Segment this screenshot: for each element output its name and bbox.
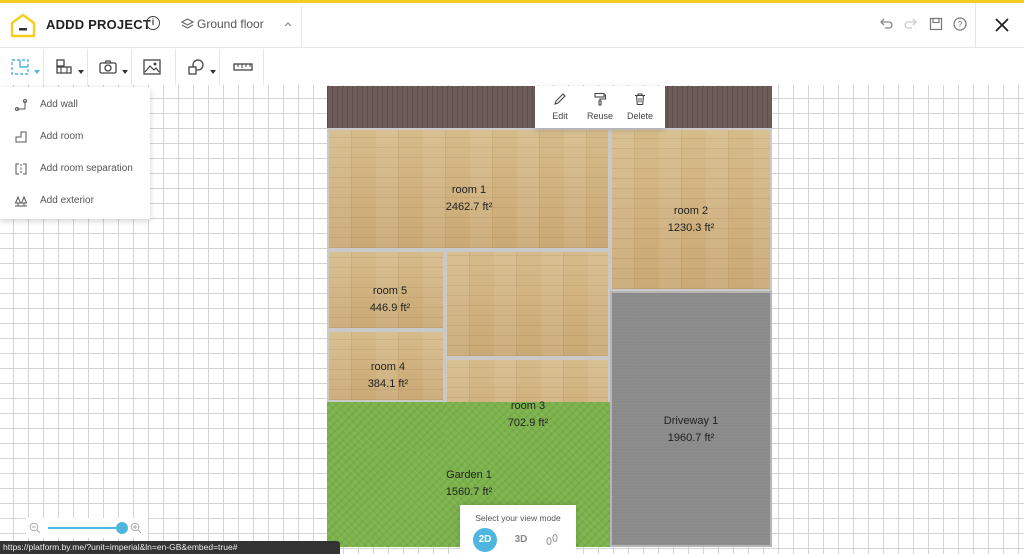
wall-icon — [15, 99, 27, 111]
edit-button[interactable]: Edit — [540, 86, 580, 128]
info-icon[interactable]: i — [146, 16, 160, 30]
furniture-tool[interactable] — [44, 49, 88, 85]
room-1-label: room 1 2462.7 ft² — [399, 182, 539, 216]
image-icon — [143, 59, 161, 75]
menu-item-label: Add room — [40, 131, 84, 142]
toolbar — [0, 49, 270, 85]
menu-item-label: Add exterior — [40, 195, 94, 206]
shapes-tool[interactable] — [176, 49, 220, 85]
view-2d-button[interactable]: 2D — [473, 528, 497, 552]
floor-label: Ground floor — [197, 17, 264, 31]
zoom-control — [26, 518, 148, 538]
measure-tool[interactable] — [220, 49, 264, 85]
room-name: room 1 — [451, 184, 487, 196]
close-icon[interactable] — [994, 17, 1010, 33]
room-name: Garden 1 — [446, 469, 492, 481]
reuse-button[interactable]: Reuse — [580, 86, 620, 128]
driveway-1-label: Driveway 1 1960.7 ft² — [621, 413, 761, 447]
pencil-icon — [554, 93, 566, 105]
layers-icon — [181, 18, 194, 29]
furniture-icon — [56, 59, 72, 74]
caret-down-icon — [78, 70, 84, 74]
caret-down-icon — [34, 70, 40, 74]
menu-item-add-room-separation[interactable]: Add room separation — [0, 153, 150, 185]
garden-1-part[interactable] — [327, 402, 445, 450]
camera-tool[interactable] — [88, 49, 132, 85]
menu-item-add-room[interactable]: Add room — [0, 121, 150, 153]
view-mode-title: Select your view mode — [475, 513, 561, 523]
construct-icon — [11, 59, 29, 75]
garden-1-label: Garden 1 1560.7 ft² — [399, 467, 539, 501]
room-icon — [15, 131, 27, 143]
zoom-slider-handle[interactable] — [116, 522, 129, 534]
construct-dropdown: Add wall Add room Add room separation Ad… — [0, 87, 150, 219]
zoom-in-icon[interactable] — [130, 522, 142, 534]
room-name: room 5 — [372, 285, 408, 297]
menu-item-add-exterior[interactable]: Add exterior — [0, 185, 150, 217]
trash-icon — [635, 93, 645, 106]
image-tool[interactable] — [132, 49, 176, 85]
room-area: 2462.7 ft² — [445, 201, 493, 213]
ruler-icon — [233, 63, 253, 71]
room-area: 446.9 ft² — [369, 302, 411, 314]
view-mode-selector: Select your view mode 2D 3D — [460, 505, 576, 554]
view-3d-button[interactable]: 3D — [509, 528, 533, 552]
shapes-icon — [188, 59, 204, 75]
header-divider — [975, 3, 976, 48]
zoom-out-icon[interactable] — [29, 522, 41, 534]
room-name: Driveway 1 — [663, 415, 719, 427]
header: ADDD PROJECT i Ground floor ? — [0, 3, 1024, 48]
room-area: 702.9 ft² — [507, 417, 549, 429]
status-url-bar: https://platform.by.me/?unit=imperial&ln… — [0, 541, 340, 554]
paint-roller-icon — [594, 92, 607, 106]
separation-icon — [15, 163, 27, 175]
room-area: 1560.7 ft² — [445, 486, 493, 498]
room-area: 384.1 ft² — [367, 378, 409, 390]
construct-tool[interactable] — [0, 49, 44, 85]
redo-icon[interactable] — [903, 16, 919, 32]
save-icon[interactable] — [928, 16, 944, 32]
delete-button[interactable]: Delete — [620, 86, 660, 128]
room-5-label: room 5 446.9 ft² — [320, 283, 460, 317]
caret-down-icon — [210, 70, 216, 74]
project-title[interactable]: ADDD PROJECT — [46, 17, 151, 32]
room-2-label: room 2 1230.3 ft² — [621, 203, 761, 237]
floor-selector[interactable]: Ground floor — [170, 6, 302, 48]
chevron-up-icon — [284, 22, 292, 27]
delete-label: Delete — [626, 111, 653, 121]
room-area: 1960.7 ft² — [667, 432, 715, 444]
exterior-icon — [14, 195, 28, 207]
menu-item-add-wall[interactable]: Add wall — [0, 89, 150, 121]
menu-item-label: Add wall — [40, 99, 78, 110]
wall-segment[interactable] — [327, 248, 499, 250]
walkthrough-footprints-icon[interactable] — [544, 532, 560, 548]
svg-text:?: ? — [958, 20, 963, 29]
edit-label: Edit — [552, 111, 568, 121]
room-area: 1230.3 ft² — [667, 222, 715, 234]
room-name: room 4 — [370, 361, 406, 373]
room-3-label: room 3 702.9 ft² — [458, 398, 598, 432]
room-1-ext[interactable] — [445, 250, 610, 358]
zoom-fill — [48, 527, 123, 529]
help-icon[interactable]: ? — [952, 16, 968, 32]
reuse-label: Reuse — [586, 111, 613, 121]
caret-down-icon — [122, 70, 128, 74]
room-4-label: room 4 384.1 ft² — [318, 359, 458, 393]
context-menu: Edit Reuse Delete — [535, 86, 665, 128]
camera-icon — [99, 60, 117, 74]
menu-item-label: Add room separation — [40, 163, 133, 174]
room-name: room 2 — [673, 205, 709, 217]
undo-icon[interactable] — [878, 16, 894, 32]
room-name: room 3 — [510, 400, 546, 412]
logo-house-icon[interactable] — [10, 12, 36, 38]
floor-plan[interactable]: room 1 2462.7 ft² room 2 1230.3 ft² room 5… — [327, 86, 772, 547]
